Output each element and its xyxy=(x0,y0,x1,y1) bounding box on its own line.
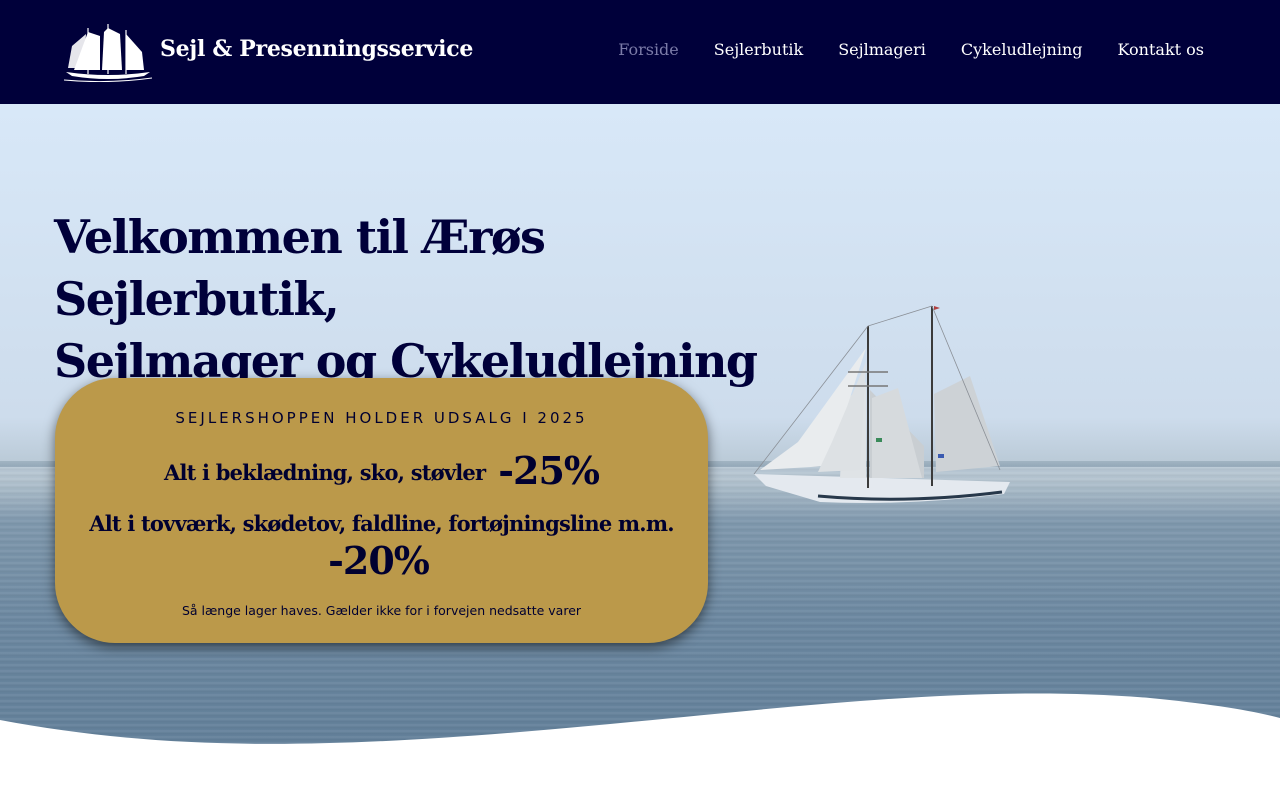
schooner-image xyxy=(753,305,1010,503)
promo-heading: SEJLERSHOPPEN HOLDER UDSALG I 2025 xyxy=(175,409,588,427)
sailing-ship-icon xyxy=(64,24,152,82)
promo-line-clothing: Alt i beklædning, sko, støvler -25% xyxy=(55,448,708,493)
nav-item-forside[interactable]: Forside xyxy=(618,40,679,59)
page-title-line-1: Velkommen til Ærøs Sejlerbutik, xyxy=(54,210,546,326)
brand-name[interactable]: Sejl & Presenningsservice xyxy=(160,36,473,62)
sale-promo-card: SEJLERSHOPPEN HOLDER UDSALG I 2025 Alt i… xyxy=(55,378,708,643)
logo-link[interactable] xyxy=(64,22,152,82)
nav-item-sejlmageri[interactable]: Sejlmageri xyxy=(838,40,926,59)
page-title: Velkommen til Ærøs Sejlerbutik, Sejlmage… xyxy=(54,206,774,392)
nav-item-cykeludlejning[interactable]: Cykeludlejning xyxy=(961,40,1083,59)
promo-clothing-discount: -25% xyxy=(498,448,600,493)
main-nav: Forside Sejlerbutik Sejlmageri Cykeludle… xyxy=(618,40,1204,59)
hero-section: Velkommen til Ærøs Sejlerbutik, Sejlmage… xyxy=(0,104,1280,800)
promo-line-rope: Alt i tovværk, skødetov, faldline, fortø… xyxy=(89,511,674,536)
promo-rope-discount: -20% xyxy=(328,538,430,583)
nav-item-kontakt-os[interactable]: Kontakt os xyxy=(1118,40,1204,59)
wave-divider xyxy=(0,693,1280,800)
promo-clothing-text: Alt i beklædning, sko, støvler xyxy=(163,460,486,485)
promo-note: Så længe lager haves. Gælder ikke for i … xyxy=(181,603,582,618)
nav-item-sejlerbutik[interactable]: Sejlerbutik xyxy=(714,40,803,59)
site-header: Sejl & Presenningsservice Forside Sejler… xyxy=(0,0,1280,104)
